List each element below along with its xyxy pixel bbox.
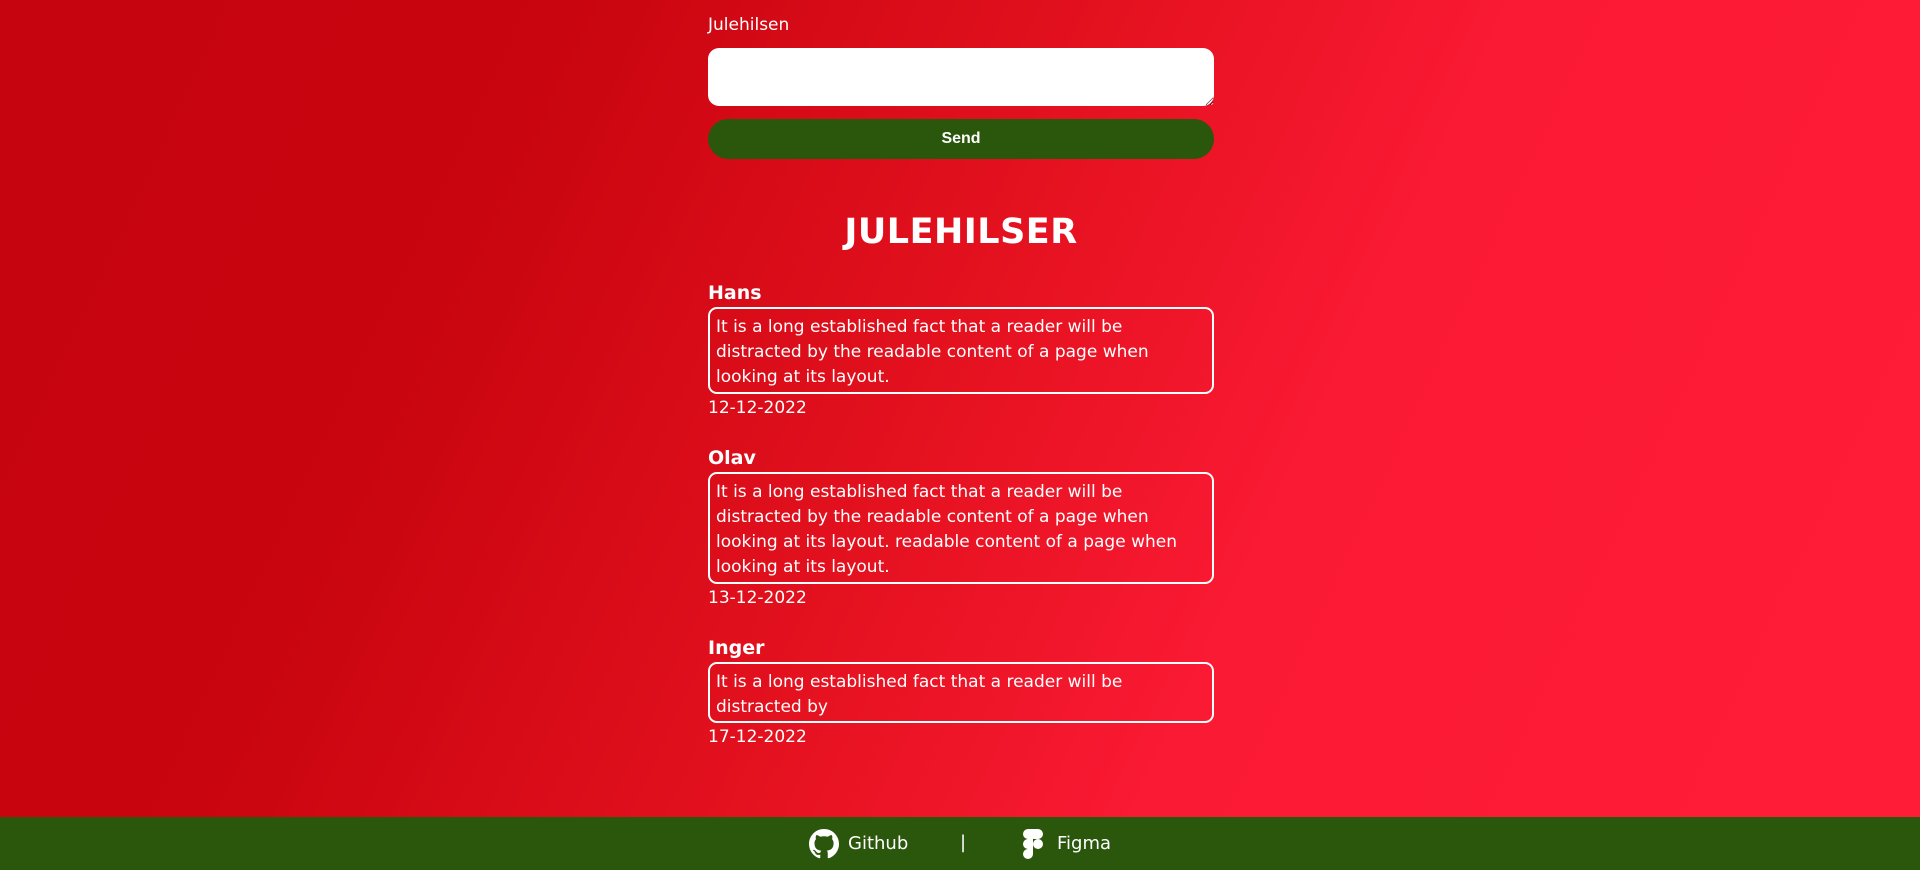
message-field-label: Julehilsen: [708, 15, 790, 35]
section-title: JULEHILSER: [844, 212, 1078, 252]
github-link[interactable]: Github: [809, 829, 908, 859]
github-icon: [809, 829, 839, 859]
greeting-message: It is a long established fact that a rea…: [708, 662, 1214, 723]
greeting-author: Olav: [708, 447, 756, 469]
greeting-date: 17-12-2022: [708, 727, 807, 747]
figma-icon: [1018, 829, 1048, 859]
greeting-date: 12-12-2022: [708, 398, 807, 418]
figma-link-label: Figma: [1057, 833, 1112, 854]
greeting-author: Inger: [708, 637, 765, 659]
footer: Github | Figma: [0, 817, 1920, 870]
greeting-message: It is a long established fact that a rea…: [708, 307, 1214, 394]
message-input[interactable]: [708, 48, 1214, 106]
footer-separator: |: [960, 832, 967, 853]
greeting-message: It is a long established fact that a rea…: [708, 472, 1214, 584]
github-link-label: Github: [848, 833, 909, 854]
greeting-author: Hans: [708, 282, 762, 304]
greeting-date: 13-12-2022: [708, 588, 807, 608]
send-button[interactable]: Send: [708, 119, 1214, 159]
figma-link[interactable]: Figma: [1018, 829, 1111, 859]
